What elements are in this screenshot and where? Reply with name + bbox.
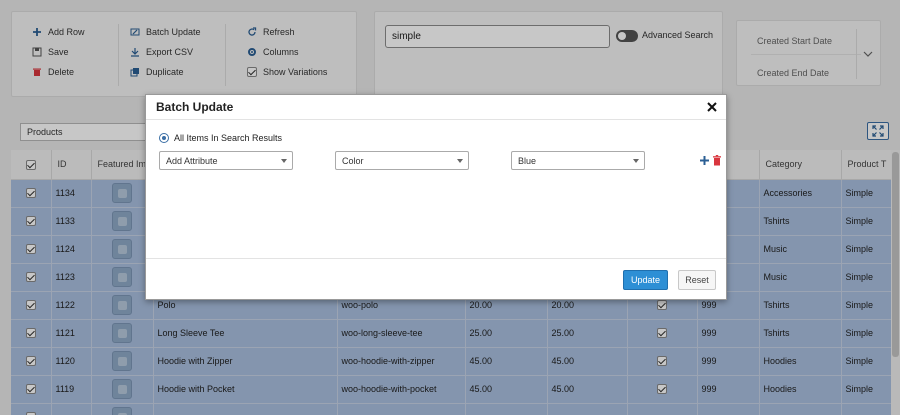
attribute-select[interactable]: Color	[335, 151, 469, 170]
value-select[interactable]: Blue	[511, 151, 645, 170]
action-select[interactable]: Add Attribute	[159, 151, 293, 170]
all-items-radio[interactable]	[159, 133, 169, 143]
all-items-label: All Items In Search Results	[174, 133, 283, 143]
dialog-footer: Update Reset	[146, 258, 726, 299]
update-button[interactable]: Update	[623, 270, 668, 290]
attribute-select-value: Color	[342, 156, 364, 166]
action-select-value: Add Attribute	[166, 156, 218, 166]
add-condition-plus-icon[interactable]	[699, 155, 710, 166]
caret-down-icon	[457, 159, 463, 163]
caret-down-icon	[281, 159, 287, 163]
dialog-header: Batch Update	[146, 95, 726, 120]
batch-update-dialog: Batch Update All Items In Search Results…	[145, 94, 727, 300]
close-icon[interactable]	[706, 101, 718, 113]
caret-down-icon	[633, 159, 639, 163]
dialog-title: Batch Update	[156, 100, 234, 114]
reset-button[interactable]: Reset	[678, 270, 716, 290]
all-items-option[interactable]: All Items In Search Results	[159, 133, 282, 143]
remove-condition-trash-icon[interactable]	[712, 155, 722, 166]
value-select-value: Blue	[518, 156, 537, 166]
app-page: Add Row Save Delete Batch Update Export …	[0, 0, 900, 415]
